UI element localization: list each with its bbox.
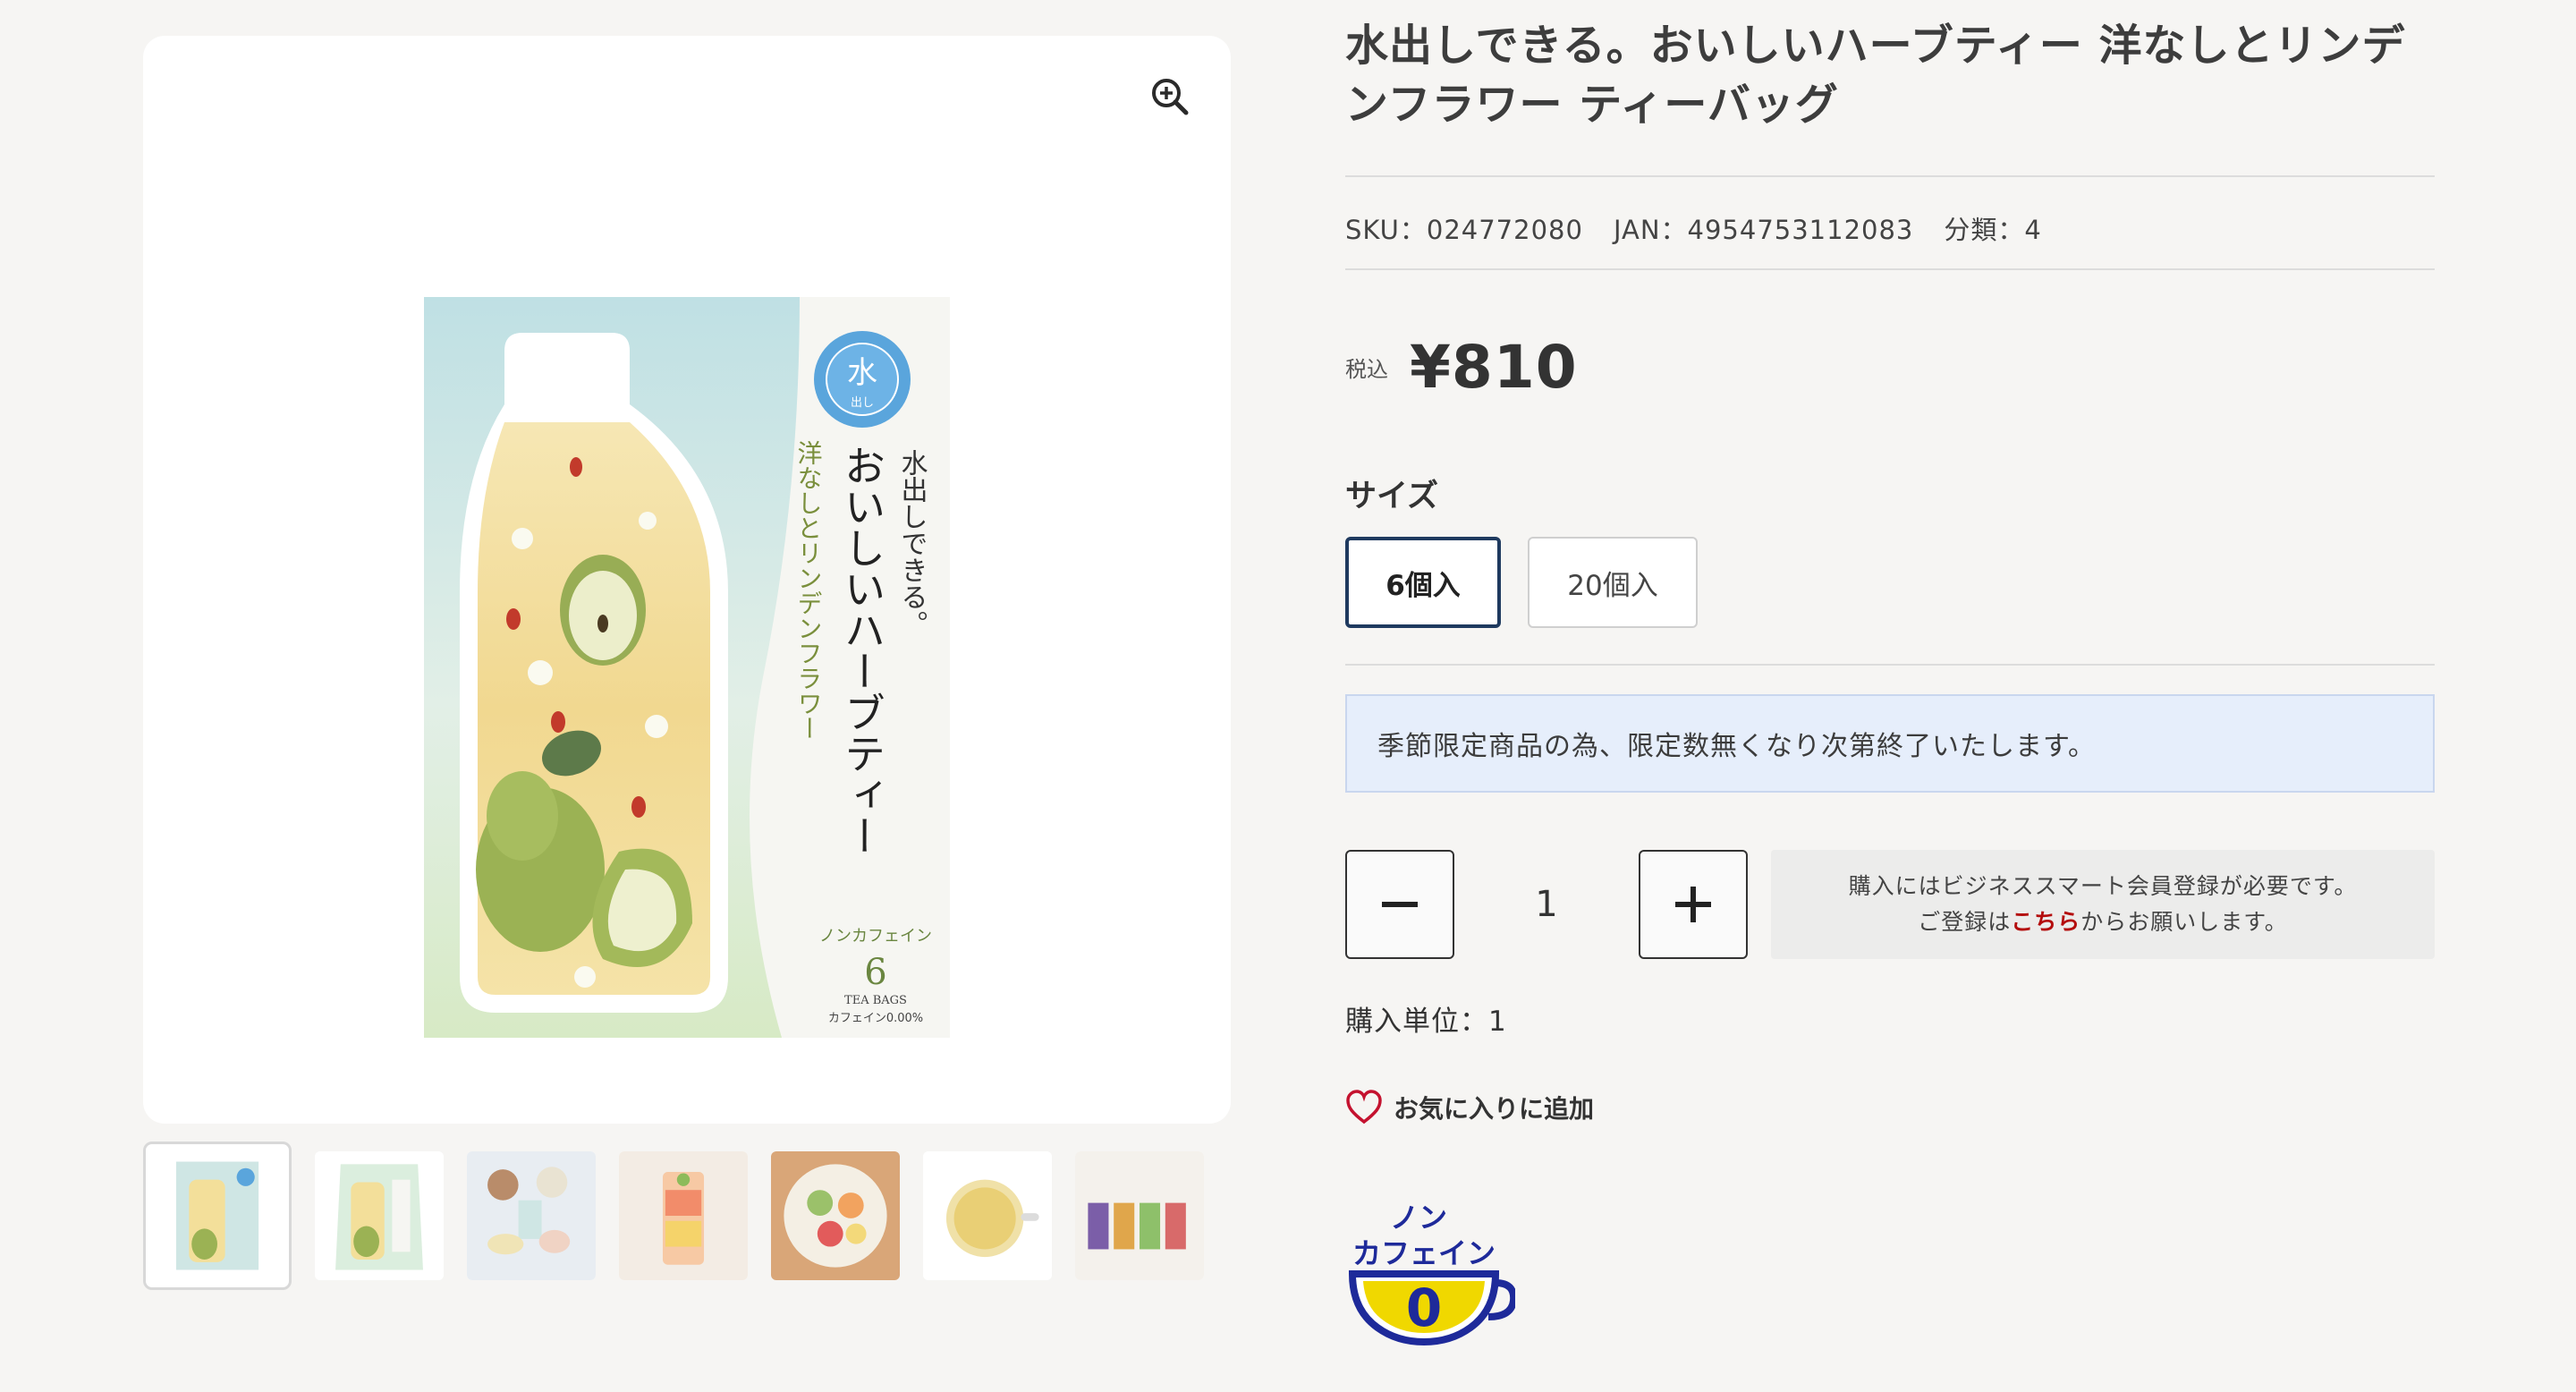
quantity-stepper [1345, 850, 1748, 959]
zoom-in-button[interactable] [1141, 68, 1199, 125]
package-badge-sub: 出し [851, 396, 874, 410]
thumbnail-3[interactable] [467, 1151, 596, 1280]
quantity-input[interactable] [1454, 884, 1639, 925]
size-label: サイズ [1345, 479, 1438, 514]
non-caffeine-badge: ノン カフェイン 0 [1348, 1201, 1515, 1346]
thumbnail-5[interactable] [771, 1151, 900, 1280]
divider [1345, 664, 2435, 666]
sku-text: SKU：024772080 [1345, 215, 1583, 245]
badge-value: 0 [1406, 1277, 1442, 1338]
package-text-2: おいしいハーブティー [838, 445, 886, 856]
member-notice-pre: ご登録は [1918, 909, 2012, 935]
badge-line2: カフェイン [1352, 1236, 1496, 1270]
thumbnail-6[interactable] [923, 1151, 1052, 1280]
package-text-3: 洋なしとリンデンフラワー [794, 440, 824, 741]
product-title: 水出しできる。おいしいハーブティー 洋なしとリンデンフラワー ティーバッグ [1345, 21, 2406, 130]
product-meta: SKU：024772080 JAN：4954753112083 分類：4 [1345, 209, 2042, 247]
quantity-increase-button[interactable] [1639, 850, 1748, 959]
thumbnail-image [619, 1151, 748, 1280]
member-notice-line2: ご登録はこちらからお願いします。 [1918, 904, 2288, 940]
badge-line1: ノン [1390, 1201, 1447, 1235]
heart-icon [1346, 1090, 1382, 1125]
quantity-decrease-button[interactable] [1345, 850, 1454, 959]
price-row: 税込 ¥810 [1345, 333, 1578, 402]
zoom-in-icon [1152, 79, 1189, 115]
thumbnail-strip [143, 1142, 1231, 1290]
package-teabags: TEA BAGS [844, 994, 907, 1007]
size-option-6[interactable]: 6個入 [1345, 537, 1501, 628]
size-option-20[interactable]: 20個入 [1528, 537, 1698, 628]
tax-label: 税込 [1345, 357, 1388, 382]
registration-link[interactable]: こちら [2011, 909, 2080, 935]
plus-icon [1675, 887, 1711, 922]
favorites-label: お気に入りに追加 [1394, 1094, 1595, 1124]
minus-icon [1382, 902, 1418, 907]
package-caffeine: カフェイン0.00% [828, 1012, 923, 1025]
package-text-1: 水出しできる。 [896, 449, 928, 637]
purchase-unit: 購入単位：1 [1345, 1006, 1507, 1038]
member-notice-post: からお願いします。 [2080, 909, 2288, 935]
size-options: 6個入 20個入 [1345, 537, 1698, 628]
jan-text: JAN：4954753112083 [1613, 215, 1914, 245]
price-value: ¥810 [1410, 333, 1578, 402]
thumbnail-image [923, 1151, 1052, 1280]
package-noncaffeine: ノンカフェイン [819, 927, 932, 946]
thumbnail-1[interactable] [143, 1142, 292, 1290]
thumbnail-image [153, 1151, 282, 1280]
thumbnail-4[interactable] [619, 1151, 748, 1280]
member-registration-notice: 購入にはビジネススマート会員登録が必要です。 ご登録はこちらからお願いします。 [1771, 850, 2435, 959]
add-to-favorites-button[interactable]: お気に入りに追加 [1345, 1090, 1594, 1125]
product-main-image[interactable]: 水 出し 水出しできる。 おいしいハーブティー 洋なしとリンデンフラワー ノンカ… [143, 36, 1231, 1124]
product-package-illustration: 水 出し 水出しできる。 おいしいハーブティー 洋なしとリンデンフラワー ノンカ… [424, 297, 950, 1038]
thumbnail-image [315, 1151, 444, 1280]
package-count: 6 [864, 952, 886, 993]
thumbnail-image [771, 1151, 900, 1280]
category-text: 分類：4 [1944, 215, 2042, 245]
seasonal-notice: 季節限定商品の為、限定数無くなり次第終了いたします。 [1345, 694, 2435, 793]
thumbnail-image [1075, 1151, 1204, 1280]
thumbnail-7[interactable] [1075, 1151, 1204, 1280]
package-badge-kanji: 水 [847, 355, 877, 391]
member-notice-line1: 購入にはビジネススマート会員登録が必要です。 [1848, 873, 2358, 899]
thumbnail-image [467, 1151, 596, 1280]
divider [1345, 175, 2435, 177]
thumbnail-2[interactable] [315, 1151, 444, 1280]
divider [1345, 268, 2435, 270]
